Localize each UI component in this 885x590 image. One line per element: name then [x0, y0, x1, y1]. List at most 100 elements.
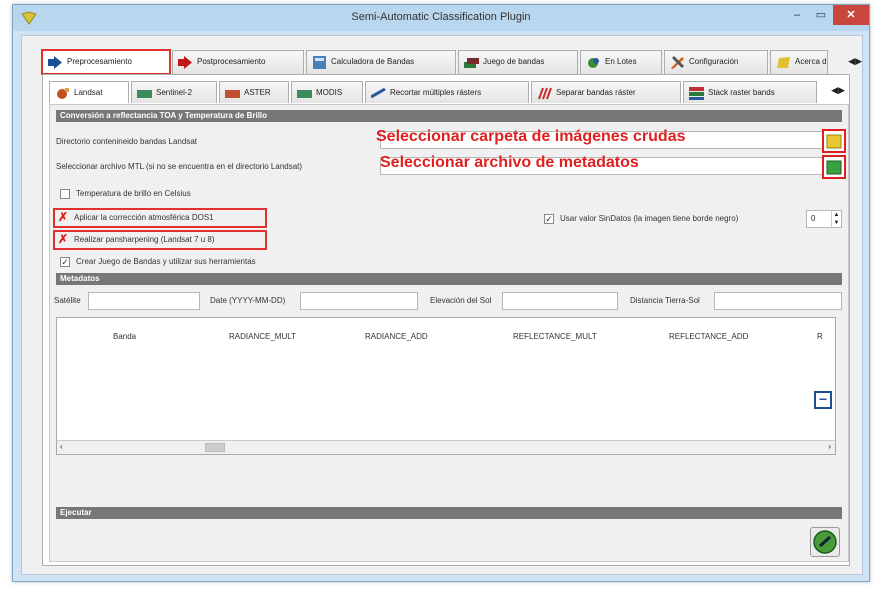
subtab-landsat[interactable]: Landsat [49, 81, 129, 103]
subtab-scroll-arrows[interactable]: ◀▶ [831, 85, 845, 96]
file-open-icon [826, 160, 842, 175]
celsius-label: Temperatura de brillo en Celsius [76, 189, 191, 198]
unchecked-x-icon: ✗ [58, 210, 69, 224]
open-folder-button[interactable] [822, 129, 846, 153]
landsat-dir-label: Directorio contenineido bandas Landsat [56, 137, 197, 146]
landsat-tab-content: Conversión a reflectancia TOA y Temperat… [49, 104, 849, 562]
folder-icon [826, 134, 842, 149]
split-bands-icon [538, 87, 552, 100]
remove-row-button[interactable]: − [814, 391, 832, 409]
subtab-label: Sentinel-2 [156, 88, 193, 97]
sun-elevation-field[interactable] [502, 292, 618, 310]
subtab-recortar-multiples-rasters[interactable]: Recortar múltiples rásters [365, 81, 529, 103]
subtab-label: Recortar múltiples rásters [390, 88, 482, 97]
date-label: Date (YYYY-MM-DD) [210, 296, 286, 305]
dos1-highlight: ✗ Aplicar la corrección atmosférica DOS1 [53, 208, 267, 228]
tab-postprocesamiento[interactable]: Postprocesamiento [172, 50, 304, 74]
scroll-thumb[interactable] [205, 443, 225, 452]
clip-icon [371, 87, 386, 99]
nodata-spinbox[interactable]: 0 ▲ ▼ [806, 210, 842, 228]
annotation-select-metadata: Seleccionar archivo de metadatos [380, 154, 639, 171]
run-button[interactable] [810, 527, 840, 557]
batch-icon [588, 58, 599, 68]
subtab-label: ASTER [244, 88, 271, 97]
satellite-field[interactable] [88, 292, 200, 310]
column-header[interactable]: REFLECTANCE_ADD [669, 332, 748, 341]
subtab-label: Landsat [74, 88, 103, 97]
create-bandset-label: Crear Juego de Bandas y utilizar sus her… [76, 257, 256, 266]
earth-sun-distance-label: Distancia Tierra-Sol [630, 296, 700, 305]
nodata-value: 0 [811, 214, 816, 223]
earth-sun-distance-field[interactable] [714, 292, 842, 310]
subtab-label: MODIS [316, 88, 343, 97]
sun-elevation-label: Elevación del Sol [430, 296, 492, 305]
run-icon [813, 530, 837, 554]
subtab-modis[interactable]: MODIS [291, 81, 363, 103]
subtab-label: Stack raster bands [708, 88, 775, 97]
open-file-button[interactable] [822, 155, 846, 179]
subtab-stack-raster-bands[interactable]: Stack raster bands [683, 81, 817, 103]
main-tab-bar: Preprocesamiento Postprocesamiento Calcu… [41, 49, 882, 75]
arrow-right-icon [178, 56, 192, 69]
metadata-table[interactable]: Banda RADIANCE_MULT RADIANCE_ADD REFLECT… [56, 317, 836, 455]
annotation-select-folder: Seleccionar carpeta de imágenes crudas [376, 128, 686, 145]
create-bandset-checkbox[interactable]: ✓ [60, 257, 70, 267]
pansharpening-label[interactable]: Realizar pansharpening (Landsat 7 u 8) [74, 235, 215, 244]
subtab-sentinel-2[interactable]: Sentinel-2 [131, 81, 217, 103]
tab-label: Postprocesamiento [197, 57, 266, 66]
nodata-checkbox[interactable]: ✓ [544, 214, 554, 224]
minus-icon: − [818, 391, 828, 407]
date-field[interactable] [300, 292, 418, 310]
close-button[interactable]: ✕ [833, 5, 869, 25]
minimize-button[interactable]: ‒ [786, 5, 808, 25]
column-header[interactable]: RADIANCE_MULT [229, 332, 296, 341]
preprocesamiento-panel: Landsat Sentinel-2 ASTER MODIS Recortar … [42, 74, 850, 566]
maximize-button[interactable]: ▭ [810, 5, 832, 25]
tab-en-lotes[interactable]: En Lotes [580, 50, 662, 74]
nodata-label: Usar valor SinDatos (la imagen tiene bor… [560, 214, 739, 223]
modis-satellite-icon [297, 90, 312, 98]
aster-satellite-icon [225, 90, 240, 98]
scroll-right-icon[interactable]: › [828, 442, 831, 451]
horizontal-scrollbar[interactable]: ‹ › [57, 440, 835, 454]
column-header[interactable]: RADIANCE_ADD [365, 332, 428, 341]
stack-bands-icon [689, 87, 704, 100]
scroll-left-icon[interactable]: ‹ [60, 442, 63, 451]
calculator-icon [313, 56, 326, 69]
subtab-aster[interactable]: ASTER [219, 81, 289, 103]
title-bar[interactable]: Semi-Automatic Classification Plugin ‒ ▭… [13, 5, 869, 31]
sub-tab-bar: Landsat Sentinel-2 ASTER MODIS Recortar … [49, 81, 845, 105]
spin-arrows-icon[interactable]: ▲ ▼ [831, 211, 841, 227]
mtl-file-label: Seleccionar archivo MTL (si no se encuen… [56, 162, 303, 171]
dos1-label[interactable]: Aplicar la corrección atmosférica DOS1 [74, 213, 214, 222]
tab-configuracion[interactable]: Configuración [664, 50, 768, 74]
arrow-right-icon [48, 56, 62, 69]
satellite-label: Satélite [54, 296, 81, 305]
subtab-separar-bandas-raster[interactable]: Separar bandas ráster [531, 81, 681, 103]
tools-icon [671, 56, 684, 69]
tab-preprocesamiento[interactable]: Preprocesamiento [41, 49, 171, 75]
sentinel-satellite-icon [137, 90, 152, 98]
metadata-section-header: Metadatos [56, 273, 842, 285]
tab-label: En Lotes [605, 57, 637, 66]
plugin-window: Semi-Automatic Classification Plugin ‒ ▭… [12, 4, 870, 582]
tab-label: Juego de bandas [483, 57, 545, 66]
tab-label: Preprocesamiento [67, 57, 132, 66]
client-area: Preprocesamiento Postprocesamiento Calcu… [21, 35, 863, 575]
column-header[interactable]: REFLECTANCE_MULT [513, 332, 597, 341]
layers-icon [464, 58, 479, 68]
conversion-section-header: Conversión a reflectancia TOA y Temperat… [56, 110, 842, 122]
window-title: Semi-Automatic Classification Plugin [351, 11, 531, 23]
tab-juego-de-bandas[interactable]: Juego de bandas [458, 50, 578, 74]
tab-label: Acerca de [795, 57, 828, 66]
tab-calculadora-de-bandas[interactable]: Calculadora de Bandas [306, 50, 456, 74]
subtab-label: Separar bandas ráster [556, 88, 636, 97]
tab-scroll-arrows[interactable]: ◀▶ [848, 56, 862, 67]
pansharpening-highlight: ✗ Realizar pansharpening (Landsat 7 u 8) [53, 230, 267, 250]
column-header[interactable]: R [817, 332, 823, 341]
celsius-checkbox[interactable] [60, 189, 70, 199]
tab-acerca-de[interactable]: Acerca de [770, 50, 828, 74]
about-icon [777, 57, 790, 68]
column-header[interactable]: Banda [113, 332, 136, 341]
run-section-header: Ejecutar [56, 507, 842, 519]
